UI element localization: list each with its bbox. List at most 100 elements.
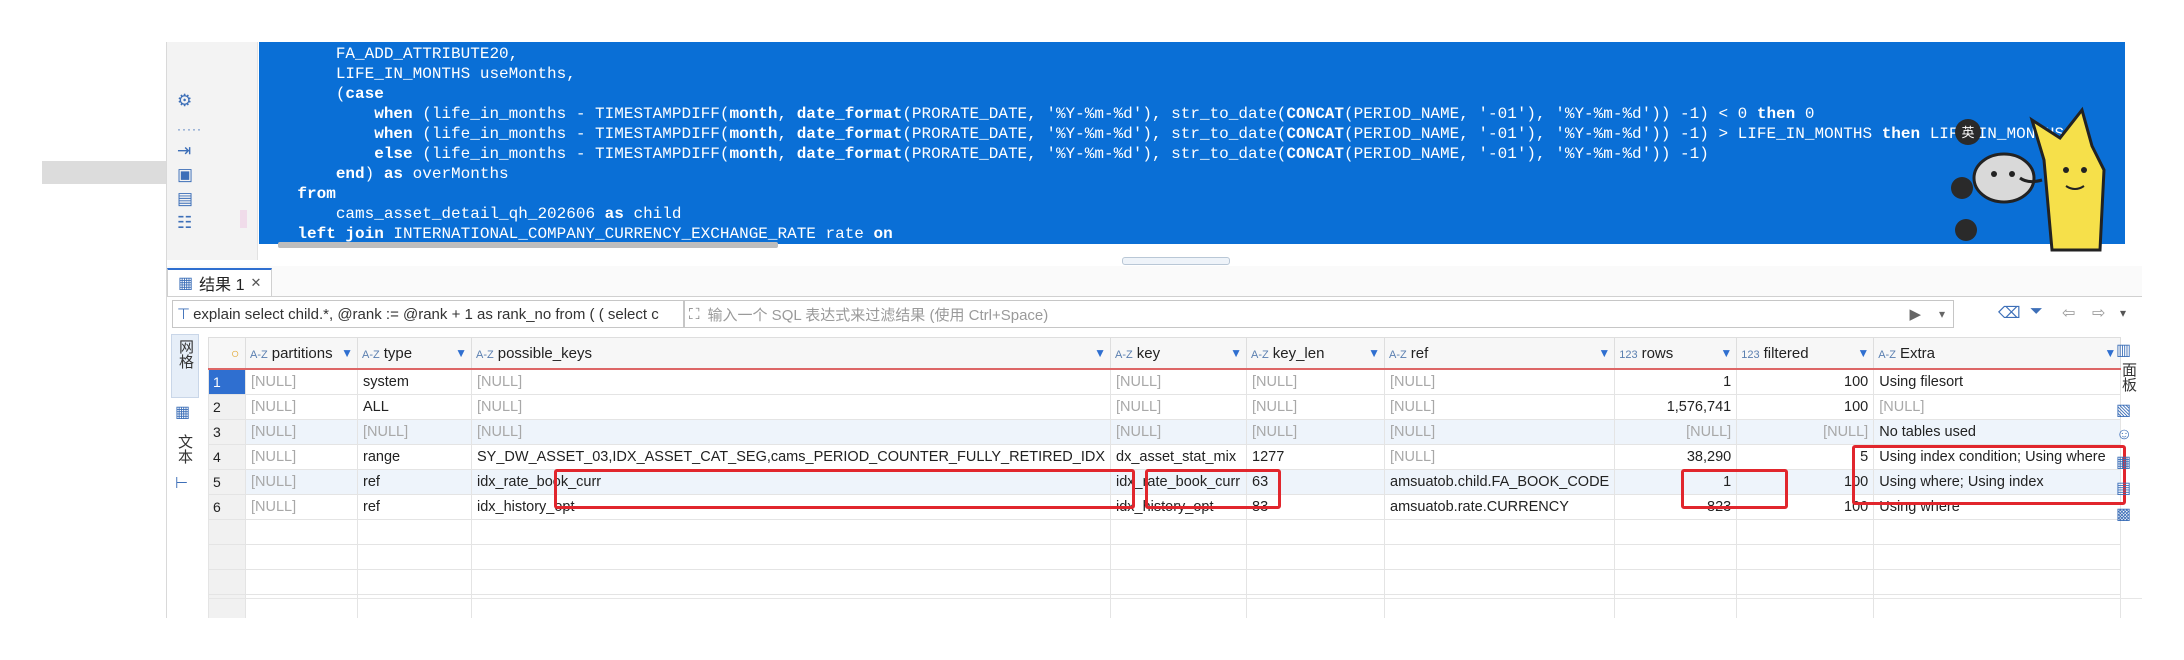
forward-icon[interactable]: ⇨ [2092,303,2105,323]
sort-arrow-icon[interactable]: ▼ [341,346,353,360]
row-number[interactable]: 4 [208,444,246,470]
more-chevron-icon[interactable]: ▾ [2120,306,2126,320]
cell-key-len[interactable]: [NULL] [1246,419,1385,445]
cell-type[interactable]: ref [357,469,472,495]
column-header-filtered[interactable]: 123 filtered ▼ [1736,337,1875,370]
column-header-type[interactable]: A-Z type ▼ [357,337,472,370]
cell-ref[interactable]: [NULL] [1383,394,1616,420]
execute-script-icon[interactable]: ⇥ [177,142,191,160]
filter-icon[interactable]: ⏷ [2030,303,2043,321]
editor-results-splitter[interactable] [1122,257,1230,265]
cell-extra[interactable]: No tables used [1873,419,2122,445]
cell-filtered[interactable]: [NULL] [1736,419,1875,445]
sql-editor[interactable]: FA_ADD_ATTRIBUTE20, LIFE_IN_MONTHS useMo… [259,42,2125,244]
panel-icon[interactable]: ▥ [2116,340,2131,360]
sort-arrow-icon[interactable]: ▼ [1368,346,1380,360]
cell-key[interactable]: [NULL] [1110,419,1247,445]
query-text-field[interactable]: ⊤ explain select child.*, @rank := @rank… [172,300,684,328]
column-header-extra[interactable]: A-Z Extra ▼ [1873,337,2122,370]
column-header-rows[interactable]: 123 rows ▼ [1614,337,1738,370]
table-row[interactable]: 1 [NULL] system [NULL] [NULL] [NULL] [NULL] 1 10… [208,368,2122,395]
row-number[interactable]: 5 [208,469,246,495]
back-icon[interactable]: ⇦ [2062,303,2075,323]
sort-arrow-icon[interactable]: ▼ [455,346,467,360]
cell-partitions[interactable]: [NULL] [245,494,358,520]
cell-ref[interactable]: amsuatob.child.FA_BOOK_CODE [1383,469,1616,495]
row-number[interactable]: 3 [208,419,246,445]
sort-arrow-icon[interactable]: ▼ [1598,346,1610,360]
column-header-key[interactable]: A-Z key ▼ [1110,337,1247,370]
outline-icon[interactable]: ☷ [177,214,192,232]
record-mode-icon[interactable]: ⊢ [175,474,188,492]
cell-extra[interactable]: Using filesort [1873,368,2122,395]
cell-type[interactable]: range [357,444,472,470]
row-number[interactable]: 1 [208,368,246,395]
row-number[interactable]: 2 [208,394,246,420]
smile-icon[interactable]: ☺ [2116,426,2132,444]
cell-ref[interactable]: [NULL] [1383,368,1616,395]
table-icon[interactable]: ▦ [2116,452,2131,472]
cell-rows[interactable]: 1,576,741 [1614,394,1738,420]
sort-arrow-icon[interactable]: ▼ [1720,346,1732,360]
window-icon[interactable]: ▤ [2116,478,2131,498]
cell-rows[interactable]: 1 [1614,368,1738,395]
cell-extra[interactable]: [NULL] [1873,394,2122,420]
cell-possible-keys[interactable]: [NULL] [471,419,1111,445]
sort-arrow-icon[interactable]: ▼ [1230,346,1242,360]
cell-ref[interactable]: [NULL] [1383,444,1616,470]
cell-type[interactable]: ref [357,494,472,520]
cell-partitions[interactable]: [NULL] [245,469,358,495]
column-header-ref[interactable]: A-Z ref ▼ [1383,337,1616,370]
column-header-possible_keys[interactable]: A-Z possible_keys ▼ [471,337,1111,370]
cell-ref[interactable]: amsuatob.rate.CURRENCY [1383,494,1616,520]
cell-key-len[interactable]: [NULL] [1246,394,1385,420]
tab-result-1[interactable]: ▦ 结果 1 ✕ [167,268,273,296]
text-view-tab[interactable]: 文本 [171,430,197,474]
sort-arrow-icon[interactable]: ▼ [1094,346,1106,360]
sort-arrow-icon[interactable]: ▼ [1857,346,1869,360]
column-header-key_len[interactable]: A-Z key_len ▼ [1246,337,1385,370]
cell-partitions[interactable]: [NULL] [245,444,358,470]
settings-icon[interactable]: ⚙ [177,92,192,110]
cell-possible-keys[interactable]: SY_DW_ASSET_03,IDX_ASSET_CAT_SEG,cams_PE… [471,444,1111,470]
cell-type[interactable]: ALL [357,394,472,420]
cell-key[interactable]: [NULL] [1110,394,1247,420]
chart-icon[interactable]: ▧ [2116,400,2131,420]
cell-key-len[interactable]: [NULL] [1246,368,1385,395]
cell-partitions[interactable]: [NULL] [245,368,358,395]
cell-possible-keys[interactable]: [NULL] [471,368,1111,395]
sql-code[interactable]: FA_ADD_ATTRIBUTE20, LIFE_IN_MONTHS useMo… [259,44,2064,244]
cell-partitions[interactable]: [NULL] [245,419,358,445]
table-row[interactable]: 2 [NULL] ALL [NULL] [NULL] [NULL] [NULL] 1,576,… [208,394,2122,420]
cell-key-len[interactable]: 1277 [1246,444,1385,470]
eraser-icon[interactable]: ⌫ [1998,303,2021,323]
cell-rows[interactable]: 38,290 [1614,444,1738,470]
table-row[interactable]: 3 [NULL] [NULL] [NULL] [NULL] [NULL] [NULL] [NU… [208,419,2122,445]
cell-type[interactable]: system [357,368,472,395]
cell-filtered[interactable]: 100 [1736,394,1875,420]
cell-type[interactable]: [NULL] [357,419,472,445]
grid-view-tab[interactable]: 网格 [171,334,199,398]
cell-partitions[interactable]: [NULL] [245,394,358,420]
navigator-selected-item[interactable] [42,161,166,184]
close-tab-icon[interactable]: ✕ [250,275,261,291]
cell-ref[interactable]: [NULL] [1383,419,1616,445]
expand-icon[interactable]: ⛶ [689,306,700,323]
export-icon[interactable]: ▤ [177,190,193,208]
cell-key[interactable]: dx_asset_stat_mix [1110,444,1247,470]
apply-filter-icon[interactable]: ▶ [1909,305,1921,323]
select-all-corner[interactable]: ○ [208,337,246,370]
panel-label[interactable]: 面板 [2118,362,2139,392]
table-row[interactable]: 4 [NULL] range SY_DW_ASSET_03,IDX_ASSET_CAT… [208,444,2122,470]
row-number[interactable]: 6 [208,494,246,520]
filter-input[interactable]: ⛶ 输入一个 SQL 表达式来过滤结果 (使用 Ctrl+Space) ▶ ▾ [684,300,1954,328]
explain-plan-icon[interactable]: ▣ [177,166,193,184]
cell-filtered[interactable]: 100 [1736,368,1875,395]
layout-icon[interactable]: ▩ [2116,504,2131,524]
cell-key[interactable]: [NULL] [1110,368,1247,395]
cell-rows[interactable]: [NULL] [1614,419,1738,445]
cell-possible-keys[interactable]: [NULL] [471,394,1111,420]
column-header-partitions[interactable]: A-Z partitions ▼ [245,337,358,370]
filter-history-icon[interactable]: ▾ [1939,307,1945,321]
editor-horizontal-scrollbar[interactable] [278,242,778,248]
